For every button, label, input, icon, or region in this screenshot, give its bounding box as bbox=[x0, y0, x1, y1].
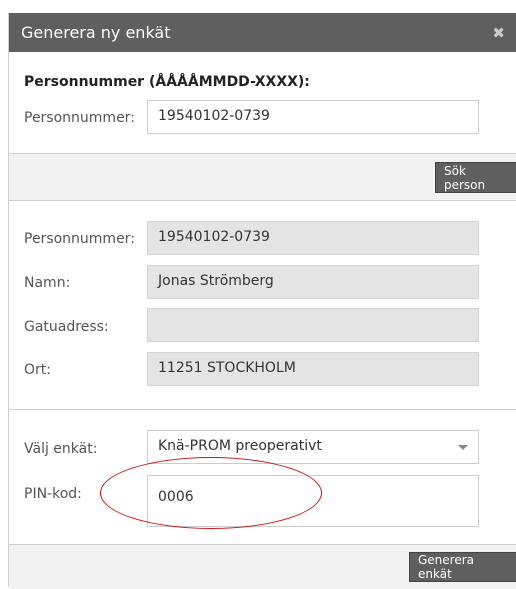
footer-button-bar: Generera enkät bbox=[9, 545, 516, 589]
chevron-down-icon bbox=[458, 445, 468, 450]
namn-field: Jonas Strömberg bbox=[147, 265, 479, 299]
pin-label: PIN-kod: bbox=[24, 486, 82, 502]
search-heading: Personnummer (ÅÅÅÅMMDD-XXXX): bbox=[24, 74, 310, 90]
survey-form-section: Välj enkät: Knä-PROM preoperativt PIN-ko… bbox=[9, 410, 516, 545]
pin-input[interactable]: 0006 bbox=[147, 475, 479, 527]
ort-field: 11251 STOCKHOLM bbox=[147, 352, 479, 386]
dialog-title: Generera ny enkät bbox=[21, 23, 171, 42]
gatuadress-label: Gatuadress: bbox=[24, 319, 109, 335]
personnummer-label: Personnummer: bbox=[24, 231, 135, 247]
gatuadress-field bbox=[147, 308, 479, 342]
search-person-button[interactable]: Sök person bbox=[435, 162, 516, 193]
namn-label: Namn: bbox=[24, 275, 71, 291]
search-personnummer-label: Personnummer: bbox=[24, 110, 135, 126]
person-details-section: Personnummer: 19540102-0739 Namn: Jonas … bbox=[9, 201, 516, 410]
enkat-select-value: Knä-PROM preoperativt bbox=[158, 438, 322, 454]
dialog-titlebar: Generera ny enkät ✖ bbox=[9, 13, 516, 52]
search-section: Personnummer (ÅÅÅÅMMDD-XXXX): Personnumm… bbox=[9, 52, 516, 154]
enkat-label: Välj enkät: bbox=[24, 441, 98, 457]
close-icon[interactable]: ✖ bbox=[492, 24, 505, 42]
personnummer-field: 19540102-0739 bbox=[147, 221, 479, 255]
ort-label: Ort: bbox=[24, 362, 51, 378]
search-personnummer-input[interactable]: 19540102-0739 bbox=[147, 100, 479, 134]
generate-survey-button[interactable]: Generera enkät bbox=[409, 552, 516, 582]
generate-survey-dialog: Generera ny enkät ✖ Personnummer (ÅÅÅÅMM… bbox=[8, 13, 516, 589]
search-button-bar: Sök person bbox=[9, 154, 516, 201]
enkat-select[interactable]: Knä-PROM preoperativt bbox=[147, 430, 479, 464]
